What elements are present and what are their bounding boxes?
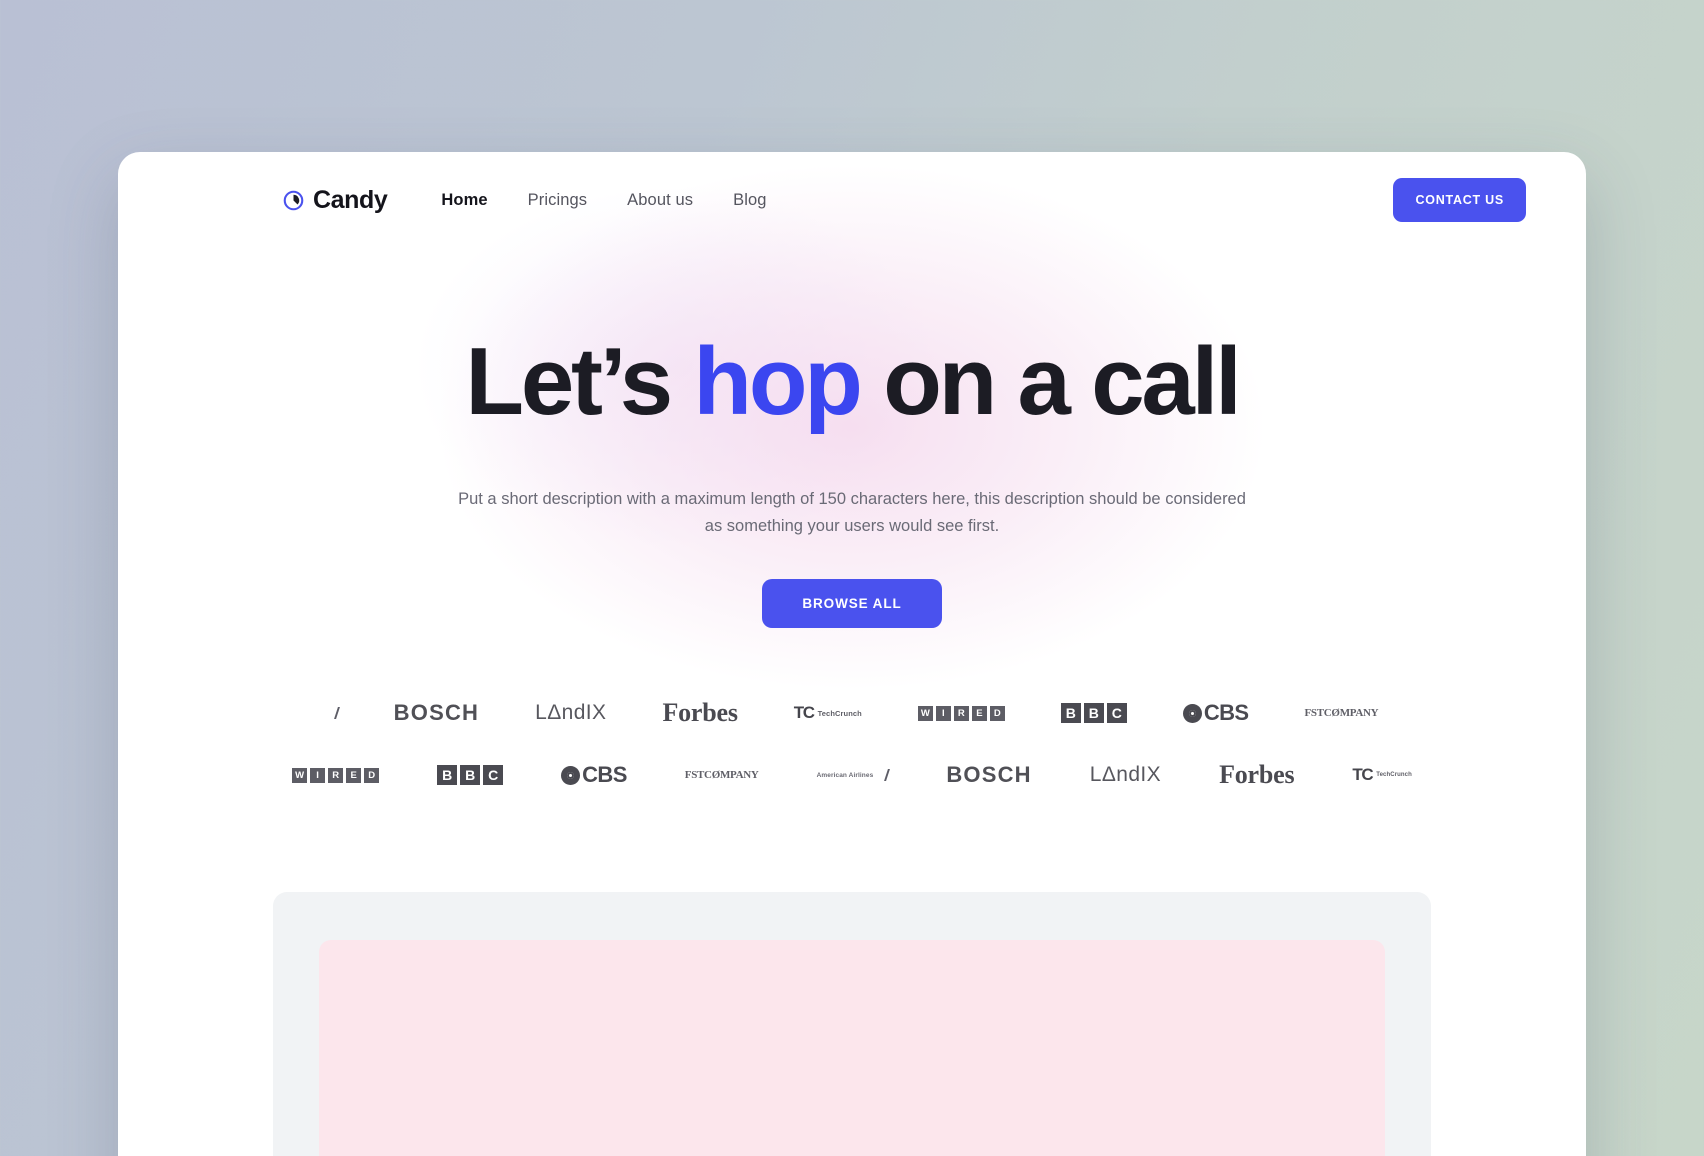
wired-letter: E — [346, 767, 362, 783]
hero-title-part1: Let’s — [465, 328, 694, 435]
nav-link-pricings[interactable]: Pricings — [528, 191, 588, 210]
page-title: Let’s hop on a call — [118, 334, 1586, 430]
brand-name: Candy — [313, 185, 388, 214]
cbs-eye-icon — [561, 765, 581, 785]
american-airlines-icon — [323, 707, 340, 720]
logo-fast-company: FSTCØMPANY — [684, 769, 759, 782]
nav-link-home[interactable]: Home — [441, 191, 487, 210]
logo-wired: W I R E D — [292, 767, 380, 783]
bbc-letter: B — [1060, 703, 1081, 724]
contact-us-button[interactable]: CONTACT US — [1393, 178, 1526, 222]
techcrunch-mark: TC — [1352, 765, 1373, 785]
wired-letter: W — [917, 705, 933, 721]
wired-letter: D — [364, 767, 380, 783]
wired-letter: I — [310, 767, 326, 783]
nav-links: Home Pricings About us Blog — [441, 191, 766, 210]
content-panel — [273, 892, 1431, 1156]
logo-american-airlines: American Airlines — [816, 769, 891, 782]
browse-all-button[interactable]: BROWSE ALL — [762, 579, 942, 629]
logo-bbc: B B C — [437, 765, 504, 786]
logo-techcrunch: TC TechCrunch — [794, 703, 862, 723]
logo-landix: LΔndIX — [535, 701, 607, 725]
content-panel-placeholder — [319, 940, 1385, 1156]
techcrunch-wordmark: TechCrunch — [1376, 772, 1412, 779]
circle-clock-icon — [283, 190, 304, 210]
logo-forbes: Forbes — [662, 698, 738, 728]
techcrunch-wordmark: TechCrunch — [817, 708, 862, 718]
cbs-wordmark: CBS — [1203, 700, 1249, 726]
website-mockup-frame: Candy Home Pricings About us Blog CONTAC… — [118, 152, 1586, 1156]
nav-link-about-us[interactable]: About us — [627, 191, 693, 210]
hero-subtitle: Put a short description with a maximum l… — [458, 490, 1246, 535]
wired-letter: R — [328, 767, 344, 783]
logo-cbs: CBS — [1182, 700, 1249, 726]
logo-row-2: W I R E D B B C CBS FSTCØMPANY American … — [188, 744, 1516, 806]
nav-link-blog[interactable]: Blog — [733, 191, 766, 210]
logo-bosch: BOSCH — [393, 700, 480, 726]
bbc-letter: C — [1106, 703, 1127, 724]
cbs-eye-icon — [1182, 703, 1202, 723]
techcrunch-mark: TC — [793, 703, 815, 723]
logo-bbc: B B C — [1060, 703, 1127, 724]
client-logo-grid: American Airlines BOSCH LΔndIX Forbes TC… — [118, 682, 1586, 806]
logo-cbs: CBS — [561, 762, 627, 788]
brand-logo[interactable]: Candy — [283, 185, 388, 215]
wired-letter: W — [292, 767, 308, 783]
logo-forbes: Forbes — [1219, 760, 1295, 790]
logo-techcrunch: TC TechCrunch — [1352, 765, 1411, 785]
wired-letter: E — [971, 705, 987, 721]
logo-landix: LΔndIX — [1089, 763, 1162, 787]
wired-letter: R — [953, 705, 969, 721]
bbc-letter: B — [460, 765, 481, 786]
hero-title-accent: hop — [693, 328, 863, 435]
bbc-letter: B — [437, 765, 458, 786]
american-airlines-icon — [874, 769, 891, 782]
logo-american-airlines: American Airlines — [323, 707, 340, 720]
logo-fast-company: FSTCØMPANY — [1304, 707, 1379, 720]
logo-row-1: American Airlines BOSCH LΔndIX Forbes TC… — [188, 682, 1516, 744]
bbc-letter: B — [1083, 703, 1104, 724]
logo-wired: W I R E D — [917, 705, 1005, 721]
top-navigation-bar: Candy Home Pricings About us Blog CONTAC… — [118, 152, 1586, 248]
bbc-letter: C — [483, 765, 504, 786]
hero-title-part2: on a call — [859, 328, 1242, 435]
wired-letter: I — [935, 705, 951, 721]
wired-letter: D — [989, 705, 1005, 721]
american-airlines-wordmark: American Airlines — [816, 771, 874, 779]
logo-bosch: BOSCH — [946, 762, 1032, 788]
cbs-wordmark: CBS — [582, 762, 627, 788]
